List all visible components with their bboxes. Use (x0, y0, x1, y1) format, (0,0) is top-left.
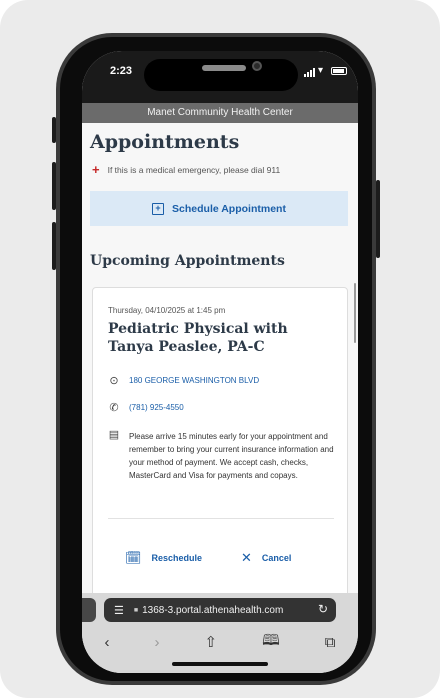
appointment-card: Thursday, 04/10/2025 at 1:45 pm Pediatri… (92, 287, 348, 593)
reload-icon[interactable]: ↻ (318, 602, 328, 616)
bookmarks-icon[interactable]: 🕮 (262, 630, 280, 655)
browser-toolbar: ☰ ■ 1368-3.portal.athenahealth.com ↻ ‹ ›… (82, 593, 358, 673)
close-icon: ✕ (241, 550, 252, 565)
note-row: ▤ Please arrive 15 minutes early for you… (108, 430, 335, 482)
page-title: Appointments (90, 131, 240, 153)
share-icon[interactable]: ⇧ (205, 633, 218, 651)
address-link[interactable]: 180 GEORGE WASHINGTON BLVD (129, 376, 259, 385)
tabs-icon[interactable]: ⧉ (325, 634, 336, 651)
cancel-label: Cancel (261, 553, 292, 563)
calendar-plus-icon: + (152, 202, 165, 215)
lock-icon: ■ (133, 606, 139, 614)
appointment-datetime: Thursday, 04/10/2025 at 1:45 pm (108, 306, 226, 315)
upcoming-heading: Upcoming Appointments (90, 253, 285, 269)
power-button (376, 180, 380, 258)
page-content[interactable]: Appointments + If this is a medical emer… (82, 123, 358, 593)
phone-link[interactable]: (781) 925-4550 (129, 403, 184, 412)
phone-screen: 2:23 ▾ Manet Community Health Center App… (82, 51, 358, 673)
status-bar: 2:23 ▾ (82, 51, 358, 103)
signal-icon (304, 68, 315, 77)
url-text: 1368-3.portal.athenahealth.com (142, 604, 284, 616)
phone-icon: ✆ (109, 402, 119, 414)
browser-nav: ‹ › ⇧ 🕮 ⧉ (82, 627, 358, 657)
dynamic-island (144, 59, 298, 91)
scrollbar[interactable] (354, 283, 356, 343)
schedule-appointment-label: Schedule Appointment (172, 202, 286, 215)
address-row[interactable]: ⊙ 180 GEORGE WASHINGTON BLVD (108, 375, 259, 387)
home-indicator (172, 662, 268, 666)
reschedule-label: Reschedule (151, 553, 203, 563)
phone-row[interactable]: ✆ (781) 925-4550 (108, 402, 184, 414)
cancel-button[interactable]: ✕ Cancel (241, 550, 291, 566)
emergency-notice: + If this is a medical emergency, please… (92, 162, 281, 177)
address-bar[interactable]: ☰ ■ 1368-3.portal.athenahealth.com ↻ (104, 598, 336, 622)
emergency-text: If this is a medical emergency, please d… (107, 165, 281, 175)
back-icon[interactable]: ‹ (105, 634, 110, 651)
island-pill (202, 65, 246, 71)
appointment-note: Please arrive 15 minutes early for your … (129, 432, 334, 480)
battery-icon (331, 67, 347, 75)
appointment-title: Pediatric Physical with Tanya Peaslee, P… (108, 321, 288, 355)
location-pin-icon: ⊙ (109, 375, 119, 387)
wifi-icon: ▾ (318, 65, 324, 76)
phone-bezel: 2:23 ▾ Manet Community Health Center App… (60, 37, 372, 681)
camera-icon (252, 61, 262, 71)
forward-icon[interactable]: › (155, 634, 160, 651)
page-settings-icon[interactable]: ☰ (114, 604, 124, 617)
site-header: Manet Community Health Center (82, 103, 358, 123)
card-divider (108, 518, 334, 519)
schedule-appointment-button[interactable]: + Schedule Appointment (90, 191, 348, 226)
calendar-icon: 🗓 (125, 550, 142, 565)
reschedule-button[interactable]: 🗓 Reschedule (125, 550, 202, 566)
previous-tab-peek[interactable] (82, 598, 96, 622)
status-time: 2:23 (110, 65, 133, 77)
phone-frame: 2:23 ▾ Manet Community Health Center App… (56, 33, 376, 685)
note-icon: ▤ (108, 429, 120, 441)
plus-icon: + (92, 162, 100, 177)
